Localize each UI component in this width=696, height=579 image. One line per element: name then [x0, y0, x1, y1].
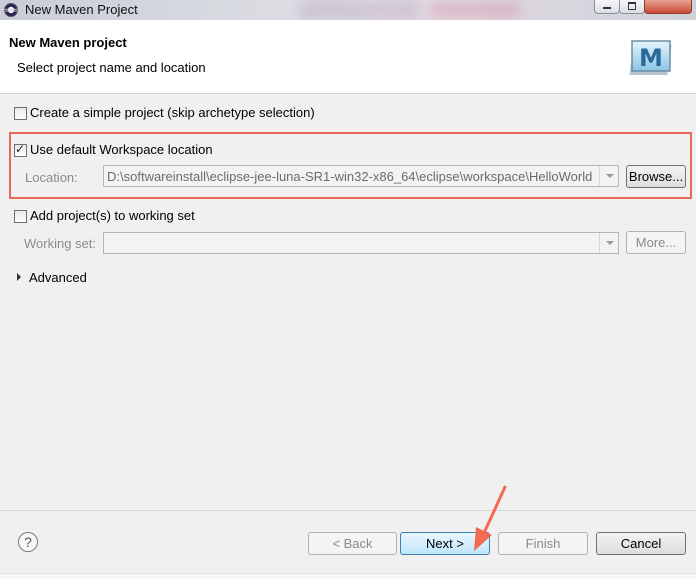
maximize-button[interactable] — [619, 0, 645, 14]
annotation-arrow-icon — [474, 485, 507, 551]
maven-logo-icon: M — [629, 40, 672, 75]
page-title: New Maven project — [9, 35, 127, 50]
default-workspace-label[interactable]: Use default Workspace location — [30, 142, 213, 157]
footer-divider — [0, 510, 696, 511]
browse-button[interactable]: Browse... — [626, 165, 686, 188]
working-set-combo[interactable] — [103, 232, 619, 254]
location-label: Location: — [25, 170, 78, 185]
title-bar: New Maven Project — [0, 0, 696, 20]
window-title: New Maven Project — [25, 2, 138, 17]
cancel-button[interactable]: Cancel — [596, 532, 686, 555]
back-button[interactable]: < Back — [308, 532, 397, 555]
advanced-toggle[interactable]: Advanced — [29, 270, 87, 285]
wizard-header: New Maven project Select project name an… — [0, 20, 696, 94]
page-description: Select project name and location — [17, 60, 206, 75]
close-button[interactable] — [644, 0, 692, 14]
help-icon[interactable]: ? — [18, 532, 38, 552]
simple-project-label[interactable]: Create a simple project (skip archetype … — [30, 105, 315, 120]
wizard-footer: ? < Back Next > Finish Cancel — [0, 502, 696, 579]
default-workspace-checkbox[interactable] — [14, 142, 27, 157]
combo-arrow-icon[interactable] — [599, 233, 618, 253]
location-combo[interactable]: D:\softwareinstall\eclipse-jee-luna-SR1-… — [103, 165, 619, 187]
bottom-strip — [0, 573, 696, 579]
location-value: D:\softwareinstall\eclipse-jee-luna-SR1-… — [107, 169, 593, 184]
finish-button[interactable]: Finish — [498, 532, 588, 555]
chevron-right-icon[interactable] — [17, 273, 21, 281]
simple-project-checkbox[interactable] — [14, 107, 27, 120]
wizard-body: Create a simple project (skip archetype … — [0, 94, 696, 502]
maven-wizard-window: New Maven Project New Maven project Sele… — [0, 0, 696, 579]
combo-arrow-icon[interactable] — [599, 166, 618, 186]
working-set-checkbox[interactable] — [14, 210, 27, 223]
working-set-checkbox-label[interactable]: Add project(s) to working set — [30, 208, 195, 223]
working-set-label: Working set: — [24, 236, 97, 251]
eclipse-app-icon — [4, 3, 18, 17]
svg-text:M: M — [639, 44, 663, 72]
minimize-button[interactable] — [594, 0, 620, 14]
more-button[interactable]: More... — [626, 231, 686, 254]
